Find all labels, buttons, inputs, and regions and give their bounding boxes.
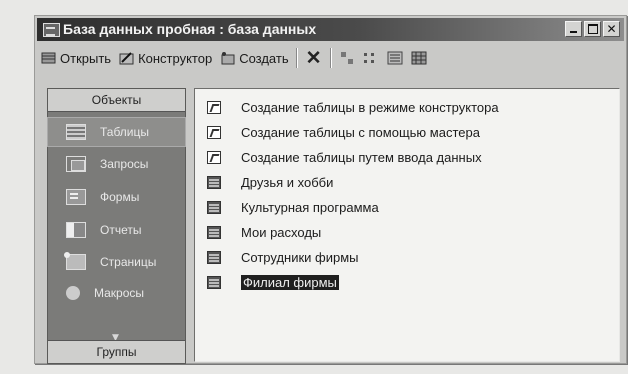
small-icons-icon[interactable]: [363, 51, 379, 65]
list-item-label: Филиал фирмы: [241, 274, 339, 290]
maximize-button[interactable]: [584, 21, 601, 37]
delete-icon: ✕: [305, 47, 322, 69]
list-item-label: Сотрудники фирмы: [241, 249, 359, 265]
list-item-label: Мои расходы: [241, 224, 322, 240]
nav-item-pages[interactable]: Страницы: [48, 248, 185, 276]
list-item-label: Создание таблицы путем ввода данных: [241, 149, 482, 165]
list-icon[interactable]: [387, 51, 403, 65]
table-icon: [207, 175, 221, 189]
maximize-icon: [587, 24, 598, 34]
open-icon: [41, 51, 57, 65]
window-title: База данных пробная : база данных: [63, 21, 317, 37]
objects-bar: Объекты Таблицы Запросы Формы Отчеты Стр…: [47, 88, 186, 364]
objects-header-button[interactable]: Объекты: [48, 89, 185, 112]
details-icon[interactable]: [411, 51, 427, 65]
list-item[interactable]: Друзья и хобби: [207, 172, 333, 192]
wizard-icon: [207, 100, 221, 114]
nav-item-reports[interactable]: Отчеты: [48, 216, 185, 244]
nav-item-macros[interactable]: Макросы: [48, 279, 185, 307]
create-icon: [220, 51, 236, 65]
window-controls: ✕: [565, 21, 620, 37]
nav-item-label: Формы: [100, 190, 140, 204]
toolbar: Открыть Конструктор Создать ✕: [37, 45, 624, 71]
nav-item-forms[interactable]: Формы: [48, 183, 185, 211]
design-icon: [119, 51, 135, 65]
list-item[interactable]: Мои расходы: [207, 222, 321, 242]
toolbar-separator: [329, 48, 332, 68]
database-icon: [43, 23, 60, 37]
close-button[interactable]: ✕: [603, 21, 620, 37]
objects-label: Объекты: [91, 93, 142, 107]
list-item-label: Создание таблицы с помощью мастера: [241, 124, 480, 140]
nav-item-label: Отчеты: [100, 223, 142, 237]
nav-item-label: Запросы: [100, 157, 149, 171]
create-label: Создать: [239, 50, 289, 66]
list-item-label: Друзья и хобби: [241, 174, 334, 190]
database-window: База данных пробная : база данных ✕ Откр…: [34, 15, 627, 364]
table-icon: [207, 200, 221, 214]
table-icon: [66, 124, 86, 140]
nav-item-tables[interactable]: Таблицы: [47, 117, 186, 147]
list-item[interactable]: Культурная программа: [207, 197, 379, 217]
form-icon: [66, 189, 86, 205]
wizard-icon: [207, 150, 221, 164]
list-item-selected[interactable]: Филиал фирмы: [207, 272, 339, 292]
open-label: Открыть: [60, 50, 112, 66]
close-icon: ✕: [606, 22, 617, 36]
toolbar-separator: [295, 48, 298, 68]
list-item[interactable]: Создание таблицы с помощью мастера: [207, 122, 480, 142]
list-item[interactable]: Создание таблицы путем ввода данных: [207, 147, 482, 167]
list-item[interactable]: Сотрудники фирмы: [207, 247, 359, 267]
page-icon: [64, 252, 86, 270]
wizard-icon: [207, 125, 221, 139]
design-label: Конструктор: [138, 50, 213, 66]
design-button[interactable]: Конструктор: [115, 47, 216, 69]
table-icon: [207, 250, 221, 264]
nav-item-label: Макросы: [94, 286, 145, 300]
nav-item-label: Таблицы: [100, 125, 150, 139]
list-item-label: Культурная программа: [241, 199, 379, 215]
groups-label: Группы: [96, 345, 137, 359]
table-icon: [207, 275, 221, 289]
macro-icon: [66, 286, 80, 300]
delete-button[interactable]: ✕: [301, 47, 327, 69]
object-list: Создание таблицы в режиме конструктора С…: [194, 88, 620, 362]
list-item[interactable]: Создание таблицы в режиме конструктора: [207, 97, 499, 117]
query-icon: [66, 156, 86, 172]
nav-item-queries[interactable]: Запросы: [48, 150, 185, 178]
create-button[interactable]: Создать: [216, 47, 292, 69]
minimize-button[interactable]: [565, 21, 582, 37]
minimize-icon: [570, 31, 577, 33]
list-item-label: Создание таблицы в режиме конструктора: [241, 99, 499, 115]
open-button[interactable]: Открыть: [37, 47, 115, 69]
report-icon: [66, 222, 86, 238]
nav-item-label: Страницы: [100, 255, 157, 269]
large-icons-icon[interactable]: [339, 51, 355, 65]
table-icon: [207, 225, 221, 239]
groups-header-button[interactable]: Группы: [48, 340, 185, 363]
title-bar[interactable]: База данных пробная : база данных ✕: [37, 18, 624, 41]
